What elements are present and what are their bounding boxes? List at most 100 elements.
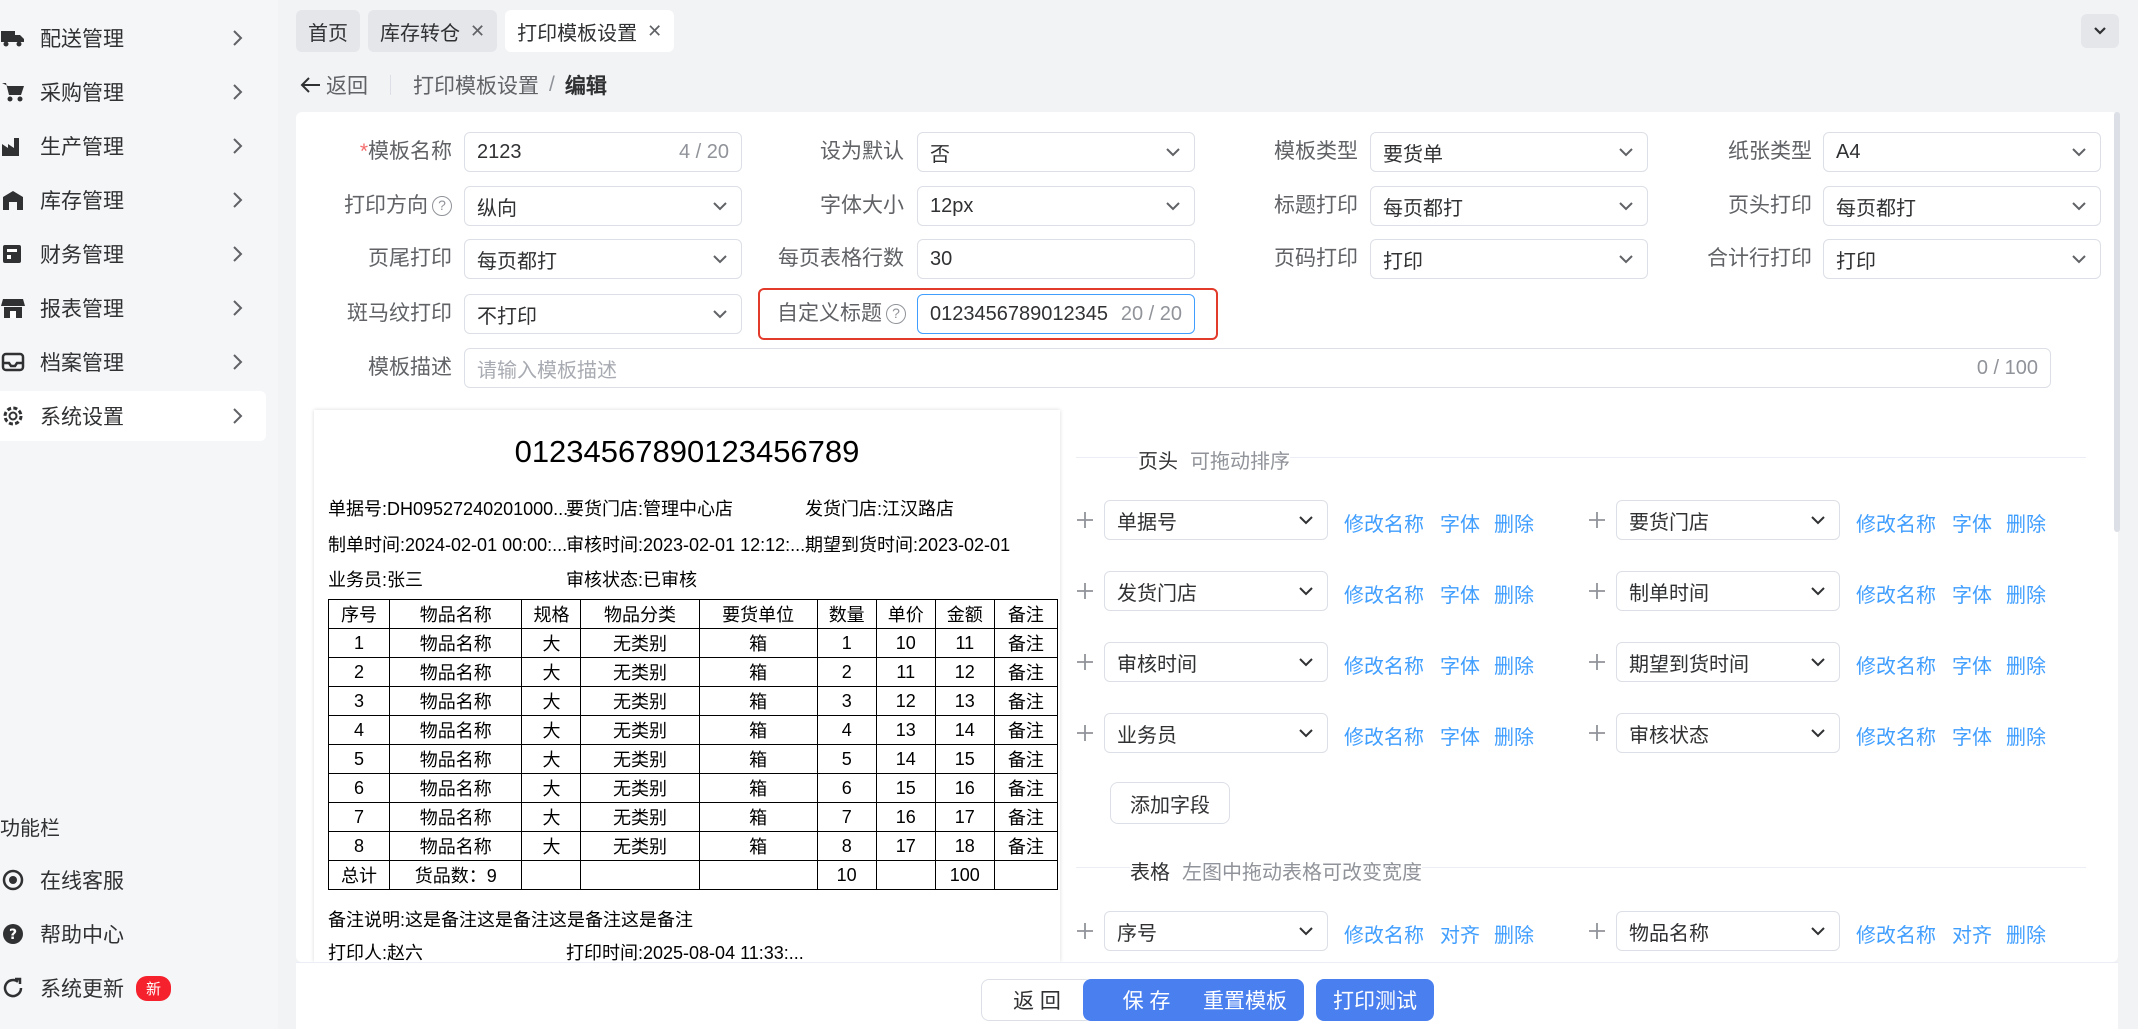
font-size-select[interactable]: 12px — [917, 186, 1195, 226]
description-input[interactable]: 请输入模板描述 0 / 100 — [464, 348, 2051, 388]
drag-handle-icon[interactable] — [1076, 653, 1094, 671]
delete-link[interactable]: 删除 — [1494, 579, 1534, 608]
help-icon[interactable]: ? — [432, 196, 452, 217]
rename-link[interactable]: 修改名称 — [1344, 508, 1424, 537]
nav-item-delivery[interactable]: 配送管理 — [0, 13, 266, 63]
drag-handle-icon[interactable] — [1588, 922, 1606, 940]
tab-home[interactable]: 首页 — [296, 10, 360, 52]
template-type-select[interactable]: 要货单 — [1370, 132, 1648, 172]
back-button[interactable]: 返 回 — [981, 979, 1093, 1021]
style-link[interactable]: 字体 — [1952, 650, 1992, 679]
page-number-print-select[interactable]: 打印 — [1370, 239, 1648, 279]
field-select[interactable]: 审核时间 — [1104, 642, 1328, 682]
preview-printer[interactable]: 打印人:赵六 — [328, 939, 423, 962]
back-link[interactable]: 返回 — [300, 70, 368, 100]
close-icon[interactable]: ✕ — [470, 21, 485, 42]
delete-link[interactable]: 删除 — [1494, 508, 1534, 537]
style-link[interactable]: 对齐 — [1952, 919, 1992, 948]
tab-inventory-transfer[interactable]: 库存转仓 ✕ — [368, 10, 498, 52]
nav-item-purchase[interactable]: 采购管理 — [0, 67, 266, 117]
rename-link[interactable]: 修改名称 — [1344, 919, 1424, 948]
rename-link[interactable]: 修改名称 — [1856, 579, 1936, 608]
style-link[interactable]: 字体 — [1440, 650, 1480, 679]
title-print-select[interactable]: 每页都打 — [1370, 186, 1648, 226]
close-icon[interactable]: ✕ — [647, 21, 662, 42]
delete-link[interactable]: 删除 — [2006, 721, 2046, 750]
scrollbar[interactable] — [2114, 112, 2120, 532]
delete-link[interactable]: 删除 — [2006, 508, 2046, 537]
drag-handle-icon[interactable] — [1076, 511, 1094, 529]
drag-handle-icon[interactable] — [1588, 582, 1606, 600]
drag-handle-icon[interactable] — [1076, 724, 1094, 742]
nav-item-reports[interactable]: 报表管理 — [0, 283, 266, 333]
field-select[interactable]: 物品名称 — [1616, 911, 1840, 951]
field-select[interactable]: 单据号 — [1104, 500, 1328, 540]
delete-link[interactable]: 删除 — [1494, 721, 1534, 750]
field-select[interactable]: 制单时间 — [1616, 571, 1840, 611]
add-field-button[interactable]: 添加字段 — [1110, 782, 1230, 824]
drag-handle-icon[interactable] — [1588, 724, 1606, 742]
field-select[interactable]: 要货门店 — [1616, 500, 1840, 540]
nav-item-archive[interactable]: 档案管理 — [0, 337, 266, 387]
delete-link[interactable]: 删除 — [2006, 650, 2046, 679]
preview-doc-no[interactable]: 单据号:DH09527240201000... — [328, 495, 568, 521]
preview-audit-status[interactable]: 审核状态:已审核 — [566, 566, 697, 592]
preview-ship-store[interactable]: 发货门店:江汉路店 — [805, 495, 954, 521]
tool-online-service[interactable]: 在线客服 — [0, 860, 124, 900]
preview-table[interactable]: 序号 物品名称 规格 物品分类 要货单位 数量 单价 金额 备注 1 物品名称大无类别箱 1 10 11… — [327, 599, 1059, 890]
preview-salesman[interactable]: 业务员:张三 — [328, 566, 423, 592]
style-link[interactable]: 字体 — [1440, 508, 1480, 537]
help-icon[interactable]: ? — [886, 304, 906, 325]
nav-item-inventory[interactable]: 库存管理 — [0, 175, 266, 225]
custom-title-input[interactable]: 0123456789012345 20 / 20 — [917, 294, 1195, 334]
zebra-print-select[interactable]: 不打印 — [464, 294, 742, 334]
style-link[interactable]: 字体 — [1952, 508, 1992, 537]
style-link[interactable]: 字体 — [1952, 579, 1992, 608]
delete-link[interactable]: 删除 — [2006, 579, 2046, 608]
preview-make-time[interactable]: 制单时间:2024-02-01 00:00:... — [328, 531, 567, 557]
field-select[interactable]: 业务员 — [1104, 713, 1328, 753]
rename-link[interactable]: 修改名称 — [1344, 650, 1424, 679]
tab-print-template-settings[interactable]: 打印模板设置 ✕ — [505, 10, 675, 52]
rename-link[interactable]: 修改名称 — [1856, 919, 1936, 948]
style-link[interactable]: 字体 — [1440, 579, 1480, 608]
drag-handle-icon[interactable] — [1076, 582, 1094, 600]
field-select[interactable]: 序号 — [1104, 911, 1328, 951]
preview-print-time[interactable]: 打印时间:2025-08-04 11:33:... — [566, 939, 804, 962]
preview-remark[interactable]: 备注说明:这是备注这是备注这是备注这是备注 — [328, 906, 693, 932]
delete-link[interactable]: 删除 — [1494, 650, 1534, 679]
preview-expect-time[interactable]: 期望到货时间:2023-02-01 — [805, 531, 1010, 557]
total-row-print-select[interactable]: 打印 — [1823, 239, 2101, 279]
style-link[interactable]: 字体 — [1440, 721, 1480, 750]
rename-link[interactable]: 修改名称 — [1856, 650, 1936, 679]
tabs-dropdown-button[interactable] — [2081, 14, 2119, 48]
reset-template-button[interactable]: 重置模板 — [1186, 979, 1304, 1021]
drag-handle-icon[interactable] — [1588, 653, 1606, 671]
rename-link[interactable]: 修改名称 — [1856, 508, 1936, 537]
delete-link[interactable]: 删除 — [2006, 919, 2046, 948]
header-print-select[interactable]: 每页都打 — [1823, 186, 2101, 226]
nav-item-finance[interactable]: 财务管理 — [0, 229, 266, 279]
paper-type-select[interactable]: A4 — [1823, 132, 2101, 172]
style-link[interactable]: 字体 — [1952, 721, 1992, 750]
set-default-select[interactable]: 否 — [917, 132, 1195, 172]
tool-system-update[interactable]: 系统更新 新 — [0, 968, 172, 1008]
field-select[interactable]: 发货门店 — [1104, 571, 1328, 611]
breadcrumb-parent[interactable]: 打印模板设置 — [413, 70, 539, 100]
print-test-button[interactable]: 打印测试 — [1316, 979, 1434, 1021]
drag-handle-icon[interactable] — [1588, 511, 1606, 529]
drag-handle-icon[interactable] — [1076, 922, 1094, 940]
template-name-input[interactable]: 2123 4 / 20 — [464, 132, 742, 172]
tool-help-center[interactable]: ? 帮助中心 — [0, 914, 124, 954]
print-direction-select[interactable]: 纵向 — [464, 186, 742, 226]
field-select[interactable]: 审核状态 — [1616, 713, 1840, 753]
preview-audit-time[interactable]: 审核时间:2023-02-01 12:12:... — [566, 531, 805, 557]
footer-print-select[interactable]: 每页都打 — [464, 239, 742, 279]
field-select[interactable]: 期望到货时间 — [1616, 642, 1840, 682]
delete-link[interactable]: 删除 — [1494, 919, 1534, 948]
nav-item-production[interactable]: 生产管理 — [0, 121, 266, 171]
rename-link[interactable]: 修改名称 — [1856, 721, 1936, 750]
rename-link[interactable]: 修改名称 — [1344, 579, 1424, 608]
preview-req-store[interactable]: 要货门店:管理中心店 — [566, 495, 733, 521]
nav-item-system-settings[interactable]: 系统设置 — [0, 391, 266, 441]
